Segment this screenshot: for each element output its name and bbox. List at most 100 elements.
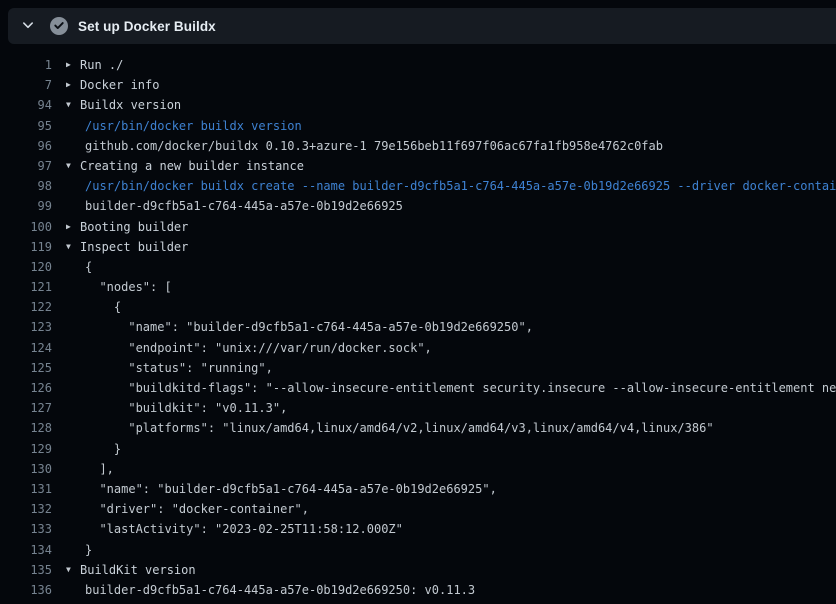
log-line-number[interactable]: 136: [0, 580, 52, 600]
log-line-number[interactable]: 100: [0, 217, 52, 237]
log-line: 129 }: [0, 439, 836, 459]
log-line-number[interactable]: 131: [0, 479, 52, 499]
group-collapsed-triangle-icon[interactable]: ▶: [66, 55, 80, 75]
collapse-step-button[interactable]: [16, 14, 40, 38]
log-line: 130 ],: [0, 459, 836, 479]
log-line-indent: [66, 297, 85, 317]
log-group-label[interactable]: Creating a new builder instance: [80, 156, 304, 176]
log-line: 136 builder-d9cfb5a1-c764-445a-a57e-0b19d…: [0, 580, 836, 600]
step-title: Set up Docker Buildx: [78, 19, 216, 34]
log-line-text: "name": "builder-d9cfb5a1-c764-445a-a57e…: [85, 479, 497, 499]
log-line-text: /usr/bin/docker buildx create --name bui…: [85, 176, 836, 196]
log-line-indent: [66, 418, 85, 438]
log-line-indent: [66, 439, 85, 459]
log-line-indent: [66, 519, 85, 539]
log-line-indent: [66, 317, 85, 337]
log-line-text: {: [85, 257, 92, 277]
log-line-number[interactable]: 96: [0, 136, 52, 156]
log-line-number[interactable]: 126: [0, 378, 52, 398]
log-group-label[interactable]: BuildKit version: [80, 560, 196, 580]
log-line-number[interactable]: 134: [0, 540, 52, 560]
log-line-number[interactable]: 124: [0, 338, 52, 358]
group-collapsed-triangle-icon[interactable]: ▶: [66, 217, 80, 237]
log-line: 126 "buildkitd-flags": "--allow-insecure…: [0, 378, 836, 398]
log-line: 95/usr/bin/docker buildx version: [0, 116, 836, 136]
log-line-indent: [66, 196, 85, 216]
group-expanded-triangle-icon[interactable]: ▼: [66, 156, 80, 176]
log-line-indent: [66, 136, 85, 156]
log-line-indent: [66, 499, 85, 519]
log-line-indent: [66, 358, 85, 378]
log-group-label[interactable]: Booting builder: [80, 217, 188, 237]
group-expanded-triangle-icon[interactable]: ▼: [66, 560, 80, 580]
log-line-indent: [66, 257, 85, 277]
log-line-number[interactable]: 133: [0, 519, 52, 539]
log-line: 99builder-d9cfb5a1-c764-445a-a57e-0b19d2…: [0, 196, 836, 216]
log-line-number[interactable]: 120: [0, 257, 52, 277]
log-group-row[interactable]: 7 ▶Docker info: [0, 75, 836, 95]
log-line-number[interactable]: 121: [0, 277, 52, 297]
step-success-check-icon: [50, 17, 68, 35]
log-group-label[interactable]: Inspect builder: [80, 237, 188, 257]
log-line-text: "lastActivity": "2023-02-25T11:58:12.000…: [85, 519, 403, 539]
log-line-text: "buildkitd-flags": "--allow-insecure-ent…: [85, 378, 836, 398]
log-line-text: }: [85, 439, 121, 459]
log-line-text: /usr/bin/docker buildx version: [85, 116, 302, 136]
log-lines: 1▶Run ./7▶Docker info94▼Buildx version95…: [0, 55, 836, 600]
log-group-row[interactable]: 100 ▶Booting builder: [0, 217, 836, 237]
log-line: 134}: [0, 540, 836, 560]
log-line-text: "platforms": "linux/amd64,linux/amd64/v2…: [85, 418, 714, 438]
step-header[interactable]: Set up Docker Buildx: [8, 8, 836, 44]
log-line-number[interactable]: 7: [0, 75, 52, 95]
log-group-row[interactable]: 119 ▼Inspect builder: [0, 237, 836, 257]
log-group-row[interactable]: 97 ▼Creating a new builder instance: [0, 156, 836, 176]
log-line-number[interactable]: 127: [0, 398, 52, 418]
log-group-row[interactable]: 135 ▼BuildKit version: [0, 560, 836, 580]
log-line-number[interactable]: 132: [0, 499, 52, 519]
log-line-number[interactable]: 135: [0, 560, 52, 580]
group-expanded-triangle-icon[interactable]: ▼: [66, 237, 80, 257]
log-line-indent: [66, 398, 85, 418]
log-group-label[interactable]: Buildx version: [80, 95, 181, 115]
log-line-number[interactable]: 130: [0, 459, 52, 479]
log-line-number[interactable]: 122: [0, 297, 52, 317]
log-line-text: {: [85, 297, 121, 317]
log-line: 127 "buildkit": "v0.11.3",: [0, 398, 836, 418]
log-group-label[interactable]: Docker info: [80, 75, 159, 95]
log-line-number[interactable]: 1: [0, 55, 52, 75]
log-line: 122 {: [0, 297, 836, 317]
log-line-number[interactable]: 119: [0, 237, 52, 257]
log-line-text: "driver": "docker-container",: [85, 499, 309, 519]
log-line-number[interactable]: 125: [0, 358, 52, 378]
group-expanded-triangle-icon[interactable]: ▼: [66, 95, 80, 115]
log-line-indent: [66, 116, 85, 136]
log-line-number[interactable]: 129: [0, 439, 52, 459]
log-line: 96github.com/docker/buildx 0.10.3+azure-…: [0, 136, 836, 156]
log-line-text: "buildkit": "v0.11.3",: [85, 398, 287, 418]
log-line: 133 "lastActivity": "2023-02-25T11:58:12…: [0, 519, 836, 539]
log-line: 120 {: [0, 257, 836, 277]
log-group-row[interactable]: 1 ▶Run ./: [0, 55, 836, 75]
log-line-number[interactable]: 128: [0, 418, 52, 438]
log-line-text: builder-d9cfb5a1-c764-445a-a57e-0b19d2e6…: [85, 580, 475, 600]
log-line-number[interactable]: 123: [0, 317, 52, 337]
log-line: 121 "nodes": [: [0, 277, 836, 297]
log-line-text: }: [85, 540, 92, 560]
log-line-indent: [66, 479, 85, 499]
log-line-number[interactable]: 95: [0, 116, 52, 136]
log-line-text: "nodes": [: [85, 277, 172, 297]
log-line-number[interactable]: 99: [0, 196, 52, 216]
log-area: 1▶Run ./7▶Docker info94▼Buildx version95…: [0, 44, 836, 604]
log-line-number[interactable]: 97: [0, 156, 52, 176]
log-group-label[interactable]: Run ./: [80, 55, 123, 75]
log-line-indent: [66, 176, 85, 196]
log-line-number[interactable]: 98: [0, 176, 52, 196]
group-collapsed-triangle-icon[interactable]: ▶: [66, 75, 80, 95]
log-line-number[interactable]: 94: [0, 95, 52, 115]
log-line: 123 "name": "builder-d9cfb5a1-c764-445a-…: [0, 317, 836, 337]
log-line: 124 "endpoint": "unix:///var/run/docker.…: [0, 338, 836, 358]
log-line-text: "endpoint": "unix:///var/run/docker.sock…: [85, 338, 432, 358]
log-line-indent: [66, 338, 85, 358]
chevron-down-icon: [21, 18, 35, 35]
log-group-row[interactable]: 94 ▼Buildx version: [0, 95, 836, 115]
